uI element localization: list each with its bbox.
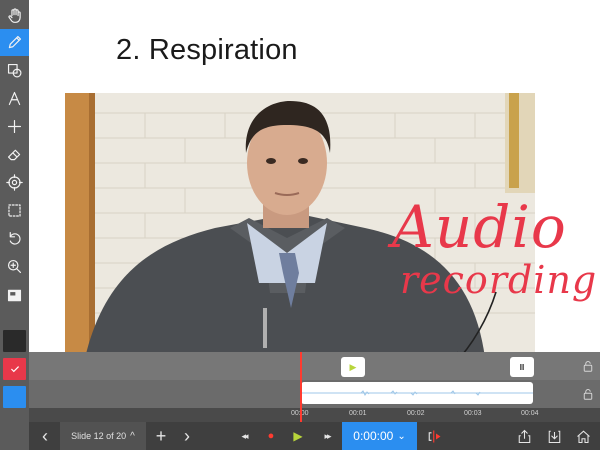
slide-view-icon (7, 289, 22, 302)
audio-waveform[interactable] (301, 382, 533, 404)
selection-tool-button[interactable] (0, 197, 29, 224)
track-play-button[interactable]: ▶ (341, 357, 365, 377)
app-window: 2. Respiration Audio recording ▶ II 00:0… (0, 0, 600, 450)
black-color-swatch[interactable] (3, 330, 26, 352)
slide-title: 2. Respiration (116, 34, 298, 66)
add-icon (7, 119, 22, 134)
share-icon (518, 429, 530, 443)
pause-icon: II (519, 362, 525, 372)
eraser-icon (7, 149, 21, 161)
rewind-button[interactable]: ◂◂ (232, 422, 256, 450)
target-icon (6, 174, 23, 191)
shapes-tool-button[interactable] (0, 57, 29, 84)
import-button[interactable] (543, 422, 565, 450)
eraser-tool-button[interactable] (0, 141, 29, 168)
tick-label: 00:04 (521, 410, 539, 417)
bottom-toolbar: ‹ Slide 12 of 20 ^ + › ◂◂ ● ▶ ▸▸ 0:00:00… (29, 422, 600, 450)
chevron-up-icon: ^ (130, 430, 135, 442)
hand-tool-button[interactable] (0, 2, 29, 29)
chevron-down-icon: ⌄ (397, 430, 406, 442)
pen-icon (8, 35, 22, 49)
tick-label: 00:01 (349, 410, 367, 417)
home-icon (576, 430, 590, 443)
check-icon (10, 366, 19, 373)
prev-slide-button[interactable]: ‹ (35, 422, 55, 450)
pointer-tool-button[interactable] (0, 169, 29, 196)
split-clip-button[interactable] (423, 422, 445, 450)
slide-counter: Slide 12 of 20 (71, 431, 127, 441)
recording-track: ▶ II (29, 352, 600, 408)
shapes-icon (7, 63, 22, 78)
red-color-swatch[interactable] (3, 358, 26, 380)
lock-icon[interactable] (582, 360, 594, 375)
play-button[interactable]: ▶ (288, 422, 308, 450)
time-value: 0:00:00 (353, 429, 394, 443)
split-icon (428, 430, 440, 442)
selection-icon (8, 204, 21, 217)
tick-label: 00:02 (407, 410, 425, 417)
text-tool-button[interactable] (0, 85, 29, 112)
slide-view-button[interactable] (0, 282, 29, 309)
add-tool-button[interactable] (0, 113, 29, 140)
zoom-tool-button[interactable] (0, 253, 29, 280)
next-slide-button[interactable]: › (177, 422, 197, 450)
waveform-icon (301, 390, 533, 396)
undo-icon (9, 231, 21, 245)
hand-icon (8, 8, 21, 23)
fast-forward-button[interactable]: ▸▸ (315, 422, 339, 450)
lock-icon[interactable] (582, 388, 594, 403)
timeline-ruler[interactable]: 00:00 00:01 00:02 00:03 00:04 (29, 408, 600, 422)
time-display[interactable]: 0:00:00 ⌄ (342, 422, 417, 450)
annotation-audio-text: Audio (392, 193, 567, 261)
playhead[interactable] (300, 352, 302, 422)
pen-tool-button[interactable] (0, 29, 29, 56)
home-button[interactable] (572, 422, 594, 450)
text-icon (8, 91, 21, 106)
annotation-recording-text: recording (400, 258, 598, 302)
slide-selector[interactable]: Slide 12 of 20 ^ (60, 422, 146, 450)
share-button[interactable] (513, 422, 535, 450)
undo-tool-button[interactable] (0, 225, 29, 252)
play-icon: ▶ (349, 361, 357, 372)
add-slide-button[interactable]: + (151, 422, 171, 450)
tool-sidebar (0, 0, 29, 450)
track-pause-button[interactable]: II (510, 357, 534, 377)
tick-label: 00:03 (464, 410, 482, 417)
import-icon (548, 430, 560, 443)
blue-color-swatch[interactable] (3, 386, 26, 408)
record-button[interactable]: ● (261, 422, 281, 450)
zoom-icon (7, 259, 22, 274)
